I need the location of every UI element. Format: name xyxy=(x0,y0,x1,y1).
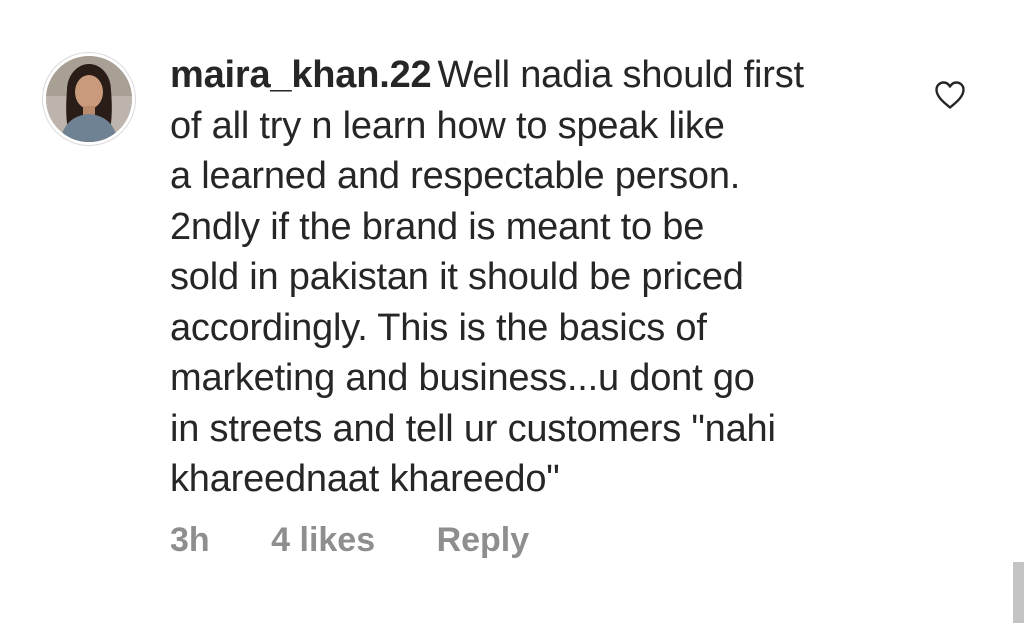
comment-line: in streets and tell ur customers "nahi xyxy=(170,407,776,450)
comment-meta: 3h 4 likes Reply xyxy=(170,518,581,562)
comment-line: khareednaat khareedo" xyxy=(170,458,560,500)
comment-text: maira_khan.22 Well nadia should first of … xyxy=(170,50,890,505)
heart-outline-icon[interactable] xyxy=(934,80,966,110)
comment-line: of all try n learn how to speak like xyxy=(170,104,725,147)
likes-count-link[interactable]: 4 likes xyxy=(271,518,375,562)
avatar[interactable] xyxy=(42,52,136,146)
comment-line: sold in pakistan it should be priced xyxy=(170,256,744,298)
username-link[interactable]: maira_khan.22 xyxy=(170,54,432,96)
avatar-photo xyxy=(46,56,132,142)
comment-row: maira_khan.22 Well nadia should first of … xyxy=(0,0,1024,623)
comment-line: 2ndly if the brand is meant to be xyxy=(170,205,705,248)
scrollbar-thumb[interactable] xyxy=(1013,562,1024,623)
avatar-image xyxy=(46,56,132,142)
comment-line: marketing and business...u dont go xyxy=(170,357,755,399)
comment-line-text: Well nadia should first xyxy=(437,54,804,96)
reply-button[interactable]: Reply xyxy=(437,518,530,562)
comment-line: accordingly. This is the basics of xyxy=(170,306,707,349)
comment-timestamp: 3h xyxy=(170,521,210,559)
comment-line: maira_khan.22 Well nadia should first xyxy=(170,50,890,101)
comment-line: a learned and respectable person. xyxy=(170,155,741,197)
